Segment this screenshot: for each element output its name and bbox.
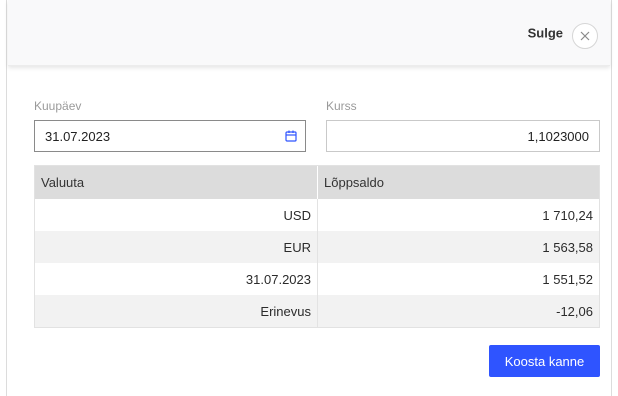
row-label: EUR bbox=[35, 231, 318, 263]
table-header-row: Valuuta Lõppsaldo bbox=[35, 166, 599, 199]
row-value: -12,06 bbox=[556, 303, 593, 319]
table-row: EUR 1 563,58 bbox=[35, 231, 599, 263]
calendar-icon[interactable] bbox=[285, 130, 297, 142]
column-header-currency: Valuuta bbox=[35, 166, 318, 199]
modal-dialog: Sulge Kuupäev 31.07.2023 Kurss 1,1023000… bbox=[0, 0, 618, 396]
modal-right-edge bbox=[611, 0, 618, 396]
create-entry-button[interactable]: Koosta kanne bbox=[489, 345, 600, 377]
row-value: 1 710,24 bbox=[542, 207, 593, 223]
modal-header: Sulge bbox=[8, 0, 610, 66]
close-label[interactable]: Sulge bbox=[528, 26, 563, 41]
close-icon bbox=[580, 31, 590, 41]
date-label: Kuupäev bbox=[34, 99, 82, 113]
close-button[interactable] bbox=[572, 23, 598, 49]
row-label: Erinevus bbox=[35, 295, 318, 327]
date-value: 31.07.2023 bbox=[45, 128, 111, 144]
rate-input[interactable]: 1,1023000 bbox=[326, 120, 600, 152]
table-row: 31.07.2023 1 551,52 bbox=[35, 263, 599, 295]
rate-label: Kurss bbox=[326, 99, 357, 113]
date-input[interactable]: 31.07.2023 bbox=[34, 120, 306, 152]
column-header-balance: Lõppsaldo bbox=[324, 175, 384, 190]
table-row: USD 1 710,24 bbox=[35, 199, 599, 231]
row-label: USD bbox=[35, 199, 318, 231]
balance-table: Valuuta Lõppsaldo USD 1 710,24 EUR 1 563… bbox=[34, 165, 600, 328]
modal-left-edge bbox=[0, 0, 7, 396]
row-value: 1 563,58 bbox=[542, 239, 593, 255]
row-label: 31.07.2023 bbox=[35, 263, 318, 295]
row-value: 1 551,52 bbox=[542, 271, 593, 287]
table-row: Erinevus -12,06 bbox=[35, 295, 599, 327]
rate-value: 1,1023000 bbox=[527, 128, 589, 144]
